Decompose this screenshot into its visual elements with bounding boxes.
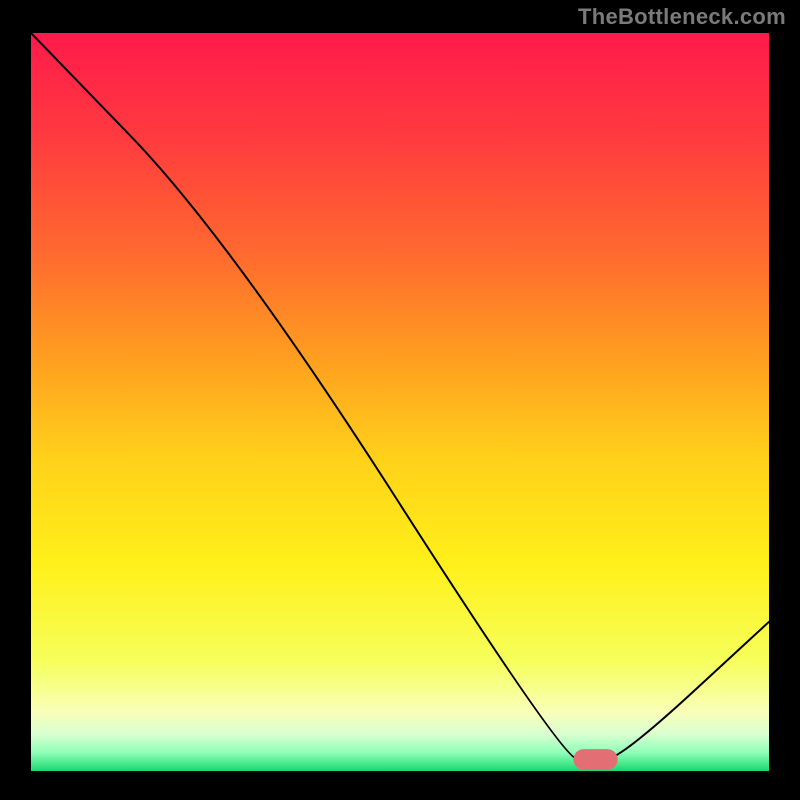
bottleneck-curve <box>31 33 769 769</box>
optimal-marker <box>573 749 617 770</box>
plot-area <box>28 30 772 772</box>
chart-stage: TheBottleneck.com <box>0 0 800 800</box>
watermark-text: TheBottleneck.com <box>578 4 786 30</box>
